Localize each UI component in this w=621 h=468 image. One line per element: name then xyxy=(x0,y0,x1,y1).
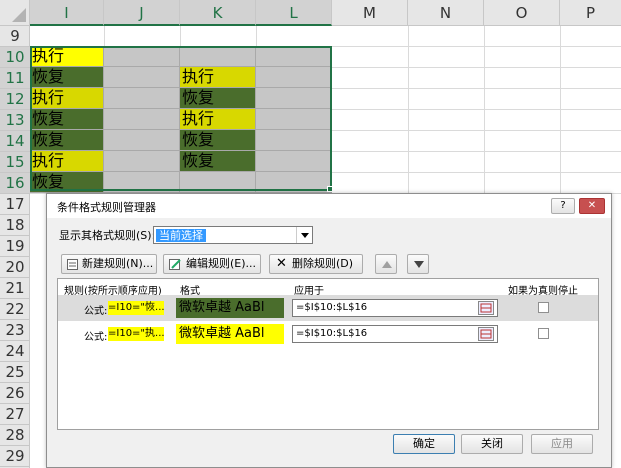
column-header-n[interactable]: N xyxy=(408,0,484,26)
gridline xyxy=(332,151,621,152)
delete-rule-label: 删除规则(D) xyxy=(292,257,354,270)
gridline xyxy=(484,26,485,193)
arrow-up-icon xyxy=(382,261,392,268)
row-header-29[interactable]: 29 xyxy=(0,446,30,467)
row-header-27[interactable]: 27 xyxy=(0,404,30,425)
column-header-i[interactable]: I xyxy=(30,0,104,26)
rule-formula: =I10="恢... xyxy=(108,301,164,315)
column-header-k[interactable]: K xyxy=(180,0,256,26)
dialog-title: 条件格式规则管理器 xyxy=(57,201,156,214)
delete-rule-button[interactable]: ✕ 删除规则(D) xyxy=(269,254,363,274)
move-down-button[interactable] xyxy=(407,254,429,274)
row-header-10[interactable]: 10 xyxy=(0,47,30,68)
show-rules-select[interactable]: 当前选择 xyxy=(153,226,313,244)
ok-button[interactable]: 确定 xyxy=(393,434,455,454)
row-header-22[interactable]: 22 xyxy=(0,299,30,320)
gridline xyxy=(332,109,621,110)
select-all-corner[interactable] xyxy=(0,0,30,26)
row-header-21[interactable]: 21 xyxy=(0,278,30,299)
show-rules-value: 当前选择 xyxy=(156,229,206,242)
apply-button[interactable]: 应用 xyxy=(531,434,593,454)
move-up-button[interactable] xyxy=(375,254,397,274)
edit-rule-button[interactable]: 编辑规则(E)... xyxy=(163,254,261,274)
rule-type-label: 公式: xyxy=(84,332,108,343)
edit-rule-icon xyxy=(169,259,181,270)
gridline xyxy=(332,130,621,131)
row-header-28[interactable]: 28 xyxy=(0,425,30,446)
fill-handle[interactable] xyxy=(327,186,333,192)
chevron-down-icon[interactable] xyxy=(296,227,312,243)
row-header-18[interactable]: 18 xyxy=(0,215,30,236)
rule-format-preview: 微软卓越 AaBl xyxy=(176,298,284,318)
row-header-16[interactable]: 16 xyxy=(0,173,30,194)
new-rule-button[interactable]: 新建规则(N)... xyxy=(61,254,157,274)
column-header-j[interactable]: J xyxy=(104,0,180,26)
applies-to-field[interactable]: =$I$10:$L$16 xyxy=(292,325,498,343)
conditional-formatting-dialog: 条件格式规则管理器 ? ✕ 显示其格式规则(S): 当前选择 新建规则(N)..… xyxy=(46,193,612,468)
row-header-25[interactable]: 25 xyxy=(0,362,30,383)
column-header-l[interactable]: L xyxy=(256,0,332,26)
delete-icon: ✕ xyxy=(276,256,287,271)
show-rules-label: 显示其格式规则(S): xyxy=(59,229,156,242)
help-icon: ? xyxy=(560,200,566,211)
row-header-23[interactable]: 23 xyxy=(0,320,30,341)
range-picker-icon[interactable] xyxy=(478,327,494,341)
help-button[interactable]: ? xyxy=(551,198,575,214)
row-header-12[interactable]: 12 xyxy=(0,89,30,110)
column-header-m[interactable]: M xyxy=(332,0,408,26)
gridline xyxy=(332,67,621,68)
stop-if-true-checkbox[interactable] xyxy=(538,328,549,339)
close-window-button[interactable]: ✕ xyxy=(579,198,605,214)
rule-row[interactable]: 公式: =I10="执... 微软卓越 AaBl =$I$10:$L$16 xyxy=(58,321,598,347)
close-icon: ✕ xyxy=(587,200,597,211)
rule-row[interactable]: 公式: =I10="恢... 微软卓越 AaBl =$I$10:$L$16 xyxy=(58,295,598,321)
row-header-17[interactable]: 17 xyxy=(0,194,30,215)
edit-rule-label: 编辑规则(E)... xyxy=(186,257,257,270)
row-header-9[interactable]: 9 xyxy=(0,26,30,47)
applies-to-value: =$I$10:$L$16 xyxy=(296,302,368,313)
row-header-24[interactable]: 24 xyxy=(0,341,30,362)
gridline xyxy=(408,26,409,193)
gridline xyxy=(180,26,181,46)
gridline xyxy=(332,88,621,89)
stop-if-true-checkbox[interactable] xyxy=(538,302,549,313)
rules-list: 规则(按所示顺序应用) 格式 应用于 如果为真则停止 公式: =I10="恢..… xyxy=(57,278,599,430)
close-button[interactable]: 关闭 xyxy=(461,434,523,454)
column-header-bar: I J K L M N O P xyxy=(0,0,621,26)
arrow-down-icon xyxy=(414,261,424,268)
row-header-15[interactable]: 15 xyxy=(0,152,30,173)
gridline xyxy=(560,26,561,193)
gridline xyxy=(332,172,621,173)
row-header-14[interactable]: 14 xyxy=(0,131,30,152)
row-header-bar: 9 10 11 12 13 14 15 16 17 18 19 20 21 22… xyxy=(0,26,30,468)
applies-to-value: =$I$10:$L$16 xyxy=(296,328,368,339)
row-header-11[interactable]: 11 xyxy=(0,68,30,89)
row-header-13[interactable]: 13 xyxy=(0,110,30,131)
rule-formula: =I10="执... xyxy=(108,327,164,341)
row-header-19[interactable]: 19 xyxy=(0,236,30,257)
rule-format-preview: 微软卓越 AaBl xyxy=(176,324,284,344)
range-picker-icon[interactable] xyxy=(478,301,494,315)
new-rule-label: 新建规则(N)... xyxy=(82,257,154,270)
selection-border xyxy=(30,46,332,191)
rule-type-label: 公式: xyxy=(84,306,108,317)
applies-to-field[interactable]: =$I$10:$L$16 xyxy=(292,299,498,317)
gridline xyxy=(256,26,257,46)
gridline xyxy=(104,26,105,46)
column-header-o[interactable]: O xyxy=(484,0,560,26)
dialog-title-bar: 条件格式规则管理器 ? ✕ xyxy=(47,194,611,218)
row-header-26[interactable]: 26 xyxy=(0,383,30,404)
row-header-20[interactable]: 20 xyxy=(0,257,30,278)
new-rule-icon xyxy=(67,259,78,270)
column-header-p[interactable]: P xyxy=(560,0,621,26)
